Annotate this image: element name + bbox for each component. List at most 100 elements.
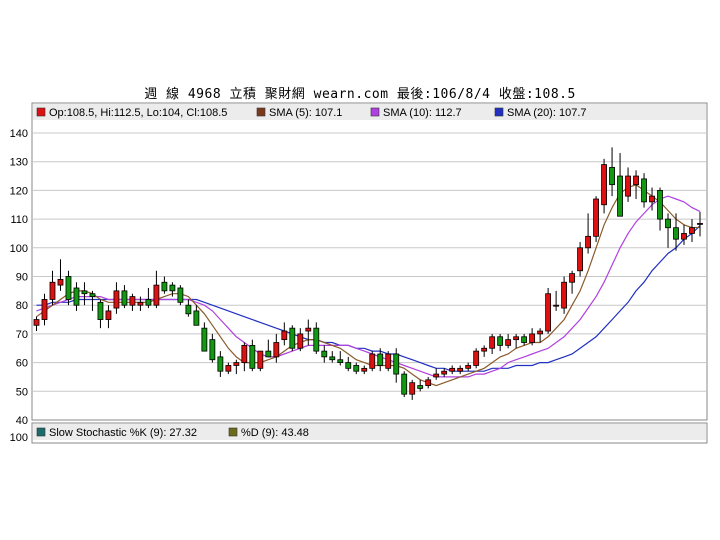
candle-body [329,356,336,361]
candle-body [657,189,663,220]
candle-body [281,330,288,341]
candle-body [257,350,264,369]
candle-body [689,227,695,234]
candle [593,196,599,243]
candle-body [537,330,544,335]
candle-body [169,284,176,292]
candle-body [201,327,208,352]
legend-label: Op:108.5, Hi:112.5, Lo:104, Cl:108.5 [49,107,227,119]
candle-body [417,385,424,389]
y-tick-label: 140 [10,128,28,140]
candle [289,325,296,352]
candle-body [321,350,328,358]
legend-label: SMA (20): 107.7 [507,107,587,119]
candle-body [305,327,312,332]
candle-body [97,301,104,320]
candle-body [265,350,272,358]
legend-label: %D (9): 43.48 [241,427,309,439]
candle [561,276,568,314]
y-tick-label: 130 [10,157,28,169]
stochastic-panel: Slow Stochastic %K (9): 27.32 %D (9): 43.… [10,422,708,444]
candle-body [73,287,80,306]
candle-body [521,336,528,343]
price-panel-frame [31,102,708,421]
candle [177,285,184,306]
candle-body [601,164,607,206]
candle-body [489,336,496,349]
legend-swatch [36,427,46,437]
candle-body [545,293,552,332]
candle-body [129,296,136,306]
candle-body [345,362,352,369]
candle-body [361,367,368,372]
candle [473,348,480,369]
candle-body [49,281,56,300]
candle-body [369,353,376,369]
candle-body [513,336,520,341]
candle-body [569,273,575,283]
y-tick-label: 80 [16,300,28,312]
candle-body [673,227,679,240]
candle-body [425,379,432,386]
candle-body [233,362,240,366]
stochastic-legend: Slow Stochastic %K (9): 27.32 %D (9): 43.… [36,427,309,439]
candle-body [617,175,623,217]
candle-body [121,290,128,306]
legend-swatch [36,107,46,117]
candle-body [177,287,184,303]
candle-body [57,278,64,286]
candle-body [505,339,512,346]
candle-body [249,344,256,369]
candle-body [497,336,504,346]
legend-swatch [370,107,380,117]
y-tick-label: 110 [10,214,28,226]
candle-body [585,235,591,249]
candle-body [225,365,232,372]
candle-body [241,344,248,364]
legend-label: SMA (5): 107.1 [269,107,342,119]
legend-swatch [256,107,266,117]
candle-body [393,353,400,375]
candle-body [577,247,583,272]
y-tick-label: 120 [10,185,28,197]
candle-body [145,299,152,306]
candle-body [385,353,392,369]
candle-body [353,365,360,372]
candle-body [209,339,216,361]
candle-body [449,367,456,372]
candle-body [465,365,472,369]
candle [369,351,376,372]
legend-swatch [494,107,504,117]
candle-body [561,281,568,309]
candle-body [481,347,488,352]
candle-body [113,290,120,309]
candle-body [401,373,408,395]
stock-chart: Op:108.5, Hi:112.5, Lo:104, Cl:108.5 SMA … [10,102,708,444]
candle [401,371,408,398]
candle-body [665,218,671,229]
candle-body [89,293,96,297]
candle-body [641,178,647,203]
y-tick-label: 70 [16,329,28,341]
candle-body [137,301,144,306]
candle-body [681,233,687,240]
candle-body [633,175,639,186]
candle-body [41,299,48,320]
candle-body [217,356,224,372]
candle [385,351,392,372]
candle-body [193,310,200,326]
candle-body [289,327,296,349]
candle-body [81,290,88,295]
y-tick-label: 100 [10,243,28,255]
candle-body [625,175,631,197]
stochastic-tick-label: 100 [10,432,28,444]
candle-body [553,304,560,307]
candle [545,287,552,334]
candle-body [65,276,72,300]
candle-body [185,304,192,315]
candle-body [649,195,655,203]
candle-body [297,333,304,349]
candle-body [433,373,440,378]
candle-body [337,359,344,364]
candle-body [473,350,480,366]
